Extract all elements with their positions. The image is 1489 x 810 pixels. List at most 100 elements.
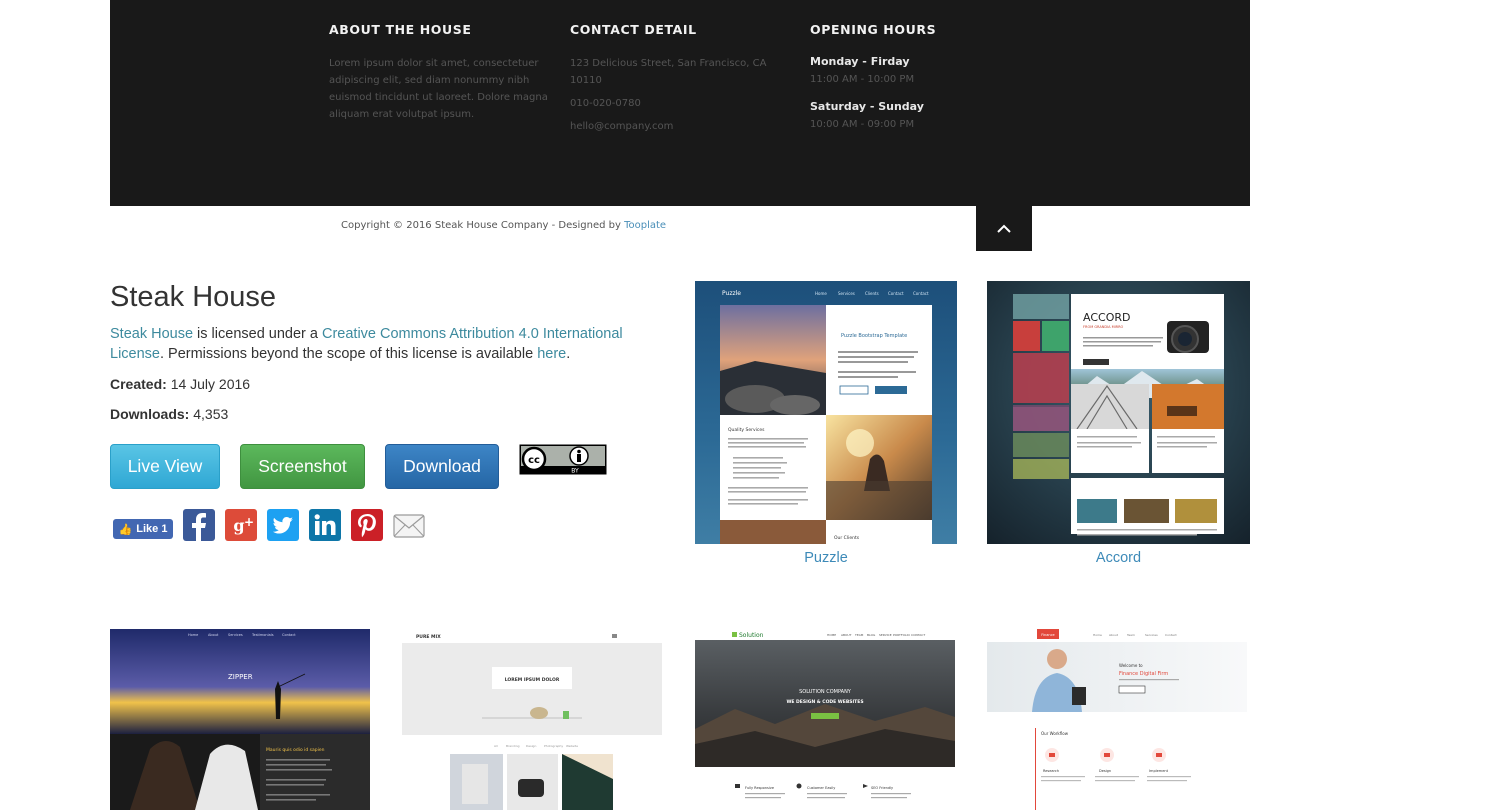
hours-column: OPENING HOURS Monday - Firday 11:00 AM -… (810, 22, 1030, 145)
svg-text:Photography: Photography (544, 744, 563, 748)
svg-text:Home: Home (815, 291, 827, 296)
svg-text:Implement: Implement (1149, 769, 1169, 773)
zipper-preview-image: Home About Services Testimonials Contact ZIP… (110, 629, 370, 810)
copyright-text: Copyright © 2016 Steak House Company - D… (341, 220, 625, 231)
here-link[interactable]: here (537, 346, 566, 362)
accord-thumbnail[interactable]: ACCORD FROM GRANDIA MIRRO (987, 281, 1250, 544)
pure-mix-logo: PURE MIX (416, 634, 441, 640)
about-column: ABOUT THE HOUSE Lorem ipsum dolor sit am… (329, 22, 549, 123)
about-heading: ABOUT THE HOUSE (329, 22, 472, 37)
svg-text:Contact: Contact (1165, 633, 1177, 637)
puzzle-preview-image: Puzzle Home Services Clients Contact Contact… (695, 281, 957, 544)
accord-link[interactable]: Accord (987, 550, 1250, 566)
zipper-caption: Mauris quis odio id sapien (266, 747, 325, 753)
svg-text:All: All (494, 744, 498, 748)
license-text: Steak House is licensed under a Creative… (110, 324, 650, 364)
svg-text:SEO Friendly: SEO Friendly (871, 786, 893, 790)
weekend-label: Saturday - Sunday (810, 100, 924, 113)
puzzle-thumbnail[interactable]: Puzzle Home Services Clients Contact Contact… (695, 281, 957, 544)
twitter-icon[interactable] (267, 509, 299, 541)
license-end: . (566, 346, 571, 362)
finance-heading: Finance Digital Firm (1119, 671, 1168, 677)
cc-by-badge[interactable]: cc BY (519, 444, 607, 475)
zipper-logo: ZIPPER (228, 673, 253, 681)
fb-like-label: Like 1 (136, 523, 168, 535)
downloads-label: Downloads: (110, 406, 190, 422)
puzzle-nav-logo: Puzzle (722, 290, 741, 297)
accord-preview-image: ACCORD FROM GRANDIA MIRRO (987, 281, 1250, 544)
about-text: Lorem ipsum dolor sit amet, consectetuer… (329, 58, 548, 120)
live-view-button[interactable]: Live View (110, 444, 220, 489)
contact-email: hello@company.com (570, 121, 674, 132)
svg-text:Home: Home (188, 633, 198, 637)
solution-thumbnail[interactable]: Solution HOME ABOUT TEAM BLOG SERVICE PORTFOL… (695, 629, 955, 810)
svg-text:Design: Design (526, 744, 536, 748)
google-plus-icon[interactable]: g + (225, 509, 257, 541)
weekend-time: 10:00 AM - 09:00 PM (810, 119, 915, 130)
email-icon[interactable] (393, 509, 425, 541)
zipper-thumbnail[interactable]: Home About Services Testimonials Contact ZIP… (110, 629, 370, 810)
downloads-row: Downloads: 4,353 (110, 406, 228, 422)
linkedin-icon[interactable] (309, 509, 341, 541)
svg-text:Clients: Clients (865, 291, 879, 296)
chevron-up-icon (997, 224, 1011, 233)
svg-text:ABOUT: ABOUT (841, 633, 852, 637)
svg-text:Services: Services (838, 291, 855, 296)
puzzle-services: Quality Services (728, 427, 765, 433)
finance-logo: Finance (1041, 633, 1054, 637)
facebook-icon[interactable] (183, 509, 215, 541)
svg-text:TEAM: TEAM (854, 633, 864, 637)
svg-text:cc: cc (528, 455, 540, 466)
svg-text:BLOG: BLOG (867, 633, 876, 637)
created-row: Created: 14 July 2016 (110, 376, 250, 392)
pure-mix-thumbnail[interactable]: PURE MIX LOREM IPSUM DOLOR All Branding De… (402, 629, 662, 810)
svg-text:Testimonials: Testimonials (251, 633, 274, 637)
svg-text:Contact: Contact (282, 633, 296, 637)
license-after: . Permissions beyond the scope of this l… (159, 346, 538, 362)
svg-text:Services: Services (228, 633, 243, 637)
contact-column: CONTACT DETAIL 123 Delicious Street, San… (570, 22, 770, 141)
copyright: Copyright © 2016 Steak House Company - D… (341, 220, 666, 231)
downloads-value: 4,353 (193, 406, 229, 422)
accord-title: ACCORD (1083, 311, 1130, 324)
svg-text:About: About (208, 633, 219, 637)
svg-text:Contact: Contact (888, 291, 904, 296)
solution-logo: Solution (739, 632, 764, 639)
created-label: Created: (110, 376, 167, 392)
footer-section: ABOUT THE HOUSE Lorem ipsum dolor sit am… (110, 0, 1250, 206)
template-name-link[interactable]: Steak House (110, 326, 193, 342)
svg-text:Branding: Branding (506, 744, 520, 748)
svg-text:Research: Research (1043, 769, 1059, 773)
svg-text:SERVICE: SERVICE (879, 633, 892, 637)
back-to-top-button[interactable] (976, 206, 1032, 251)
weekday-label: Monday - Firday (810, 55, 910, 68)
tooplate-link[interactable]: Tooplate (624, 220, 666, 231)
screenshot-button[interactable]: Screenshot (240, 444, 365, 489)
pure-mix-preview-image: PURE MIX LOREM IPSUM DOLOR All Branding De… (402, 629, 662, 810)
svg-text:CONTACT: CONTACT (911, 633, 925, 637)
svg-text:Team: Team (1126, 633, 1135, 637)
svg-text:Customer Easily: Customer Easily (807, 786, 835, 790)
thumbs-up-icon: 👍 (118, 523, 133, 536)
solution-preview-image: Solution HOME ABOUT TEAM BLOG SERVICE PORTFOL… (695, 629, 955, 810)
svg-text:Contact: Contact (913, 291, 929, 296)
download-button[interactable]: Download (385, 444, 499, 489)
svg-text:Home: Home (1093, 633, 1102, 637)
svg-text:About: About (1109, 633, 1119, 637)
finance-preview-image: Finance Home About Team Services Contact Wel… (987, 629, 1247, 810)
pure-mix-box-text: LOREM IPSUM DOLOR (505, 677, 560, 683)
facebook-like-button[interactable]: 👍 Like 1 (113, 519, 173, 539)
created-value: 14 July 2016 (170, 376, 251, 392)
cc-by-text: BY (571, 468, 579, 475)
finance-thumbnail[interactable]: Finance Home About Team Services Contact Wel… (987, 629, 1247, 810)
svg-text:HOME: HOME (827, 633, 836, 637)
svg-text:Design: Design (1099, 769, 1111, 773)
accord-sub: FROM GRANDIA MIRRO (1083, 325, 1123, 329)
svg-text:+: + (244, 515, 254, 529)
puzzle-link[interactable]: Puzzle (695, 550, 957, 566)
svg-text:Services: Services (1145, 633, 1158, 637)
template-title: Steak House (110, 281, 277, 313)
solution-company: SOLUTION COMPANY (799, 689, 852, 695)
contact-heading: CONTACT DETAIL (570, 22, 697, 37)
pinterest-icon[interactable] (351, 509, 383, 541)
